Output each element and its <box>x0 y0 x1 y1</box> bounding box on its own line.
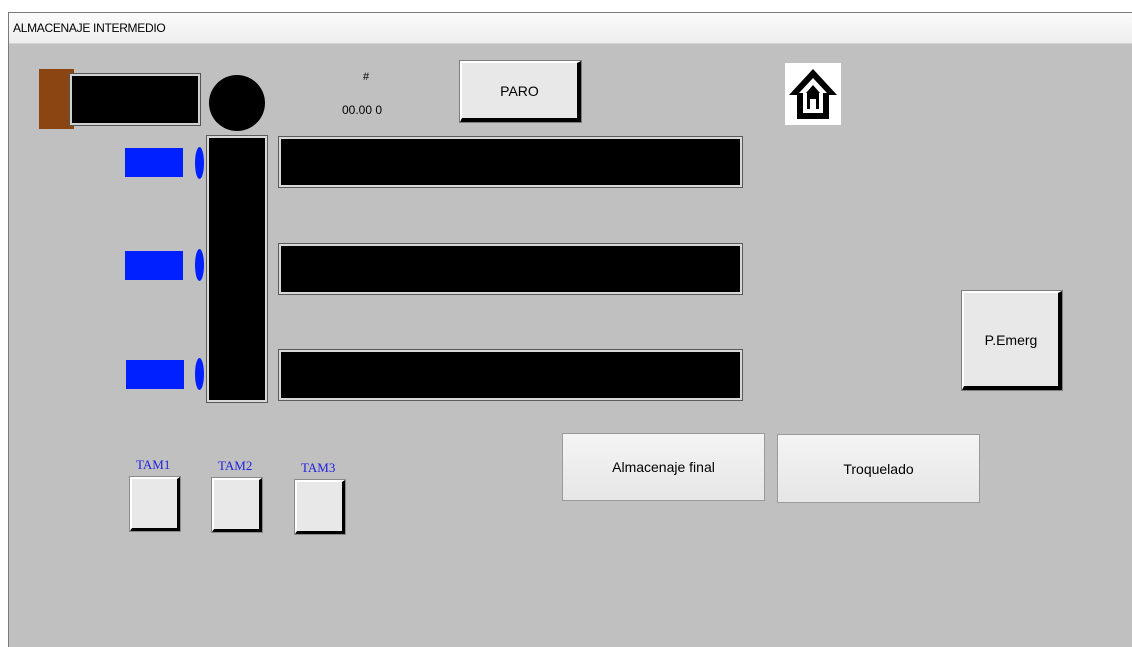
vertical-conveyor <box>206 135 268 403</box>
conveyor-line-2 <box>278 243 743 295</box>
almacenaje-final-button[interactable]: Almacenaje final <box>562 433 765 501</box>
piston-3 <box>126 360 184 389</box>
counter-symbol: # <box>363 71 370 83</box>
troquelado-button[interactable]: Troquelado <box>777 434 980 503</box>
piston-head-1 <box>195 147 204 179</box>
title-bar: ALMACENAJE INTERMEDIO <box>9 13 1132 44</box>
hmi-window: ALMACENAJE INTERMEDIO # 00.00 0 PARO P.E… <box>8 12 1132 647</box>
home-icon[interactable] <box>785 63 841 125</box>
piston-2 <box>125 251 183 280</box>
tam1-button[interactable] <box>129 476 181 532</box>
piston-head-2 <box>195 249 204 281</box>
tam3-button[interactable] <box>294 479 346 535</box>
emergency-stop-button[interactable]: P.Emerg <box>961 290 1063 391</box>
conveyor-line-3 <box>278 349 743 401</box>
paro-button[interactable]: PARO <box>459 60 582 123</box>
feeder-block <box>39 69 74 129</box>
piston-head-3 <box>195 358 204 390</box>
tam1-label: TAM1 <box>136 457 171 472</box>
counter-value: 00.00 0 <box>342 103 383 117</box>
sensor-ball <box>209 75 265 131</box>
tam2-button[interactable] <box>211 477 263 533</box>
feeder-conveyor <box>69 73 201 126</box>
piston-1 <box>125 148 183 177</box>
tam3-label: TAM3 <box>301 460 336 475</box>
conveyor-line-1 <box>278 136 743 188</box>
window-title: ALMACENAJE INTERMEDIO <box>13 21 166 35</box>
tam2-label: TAM2 <box>218 458 253 473</box>
